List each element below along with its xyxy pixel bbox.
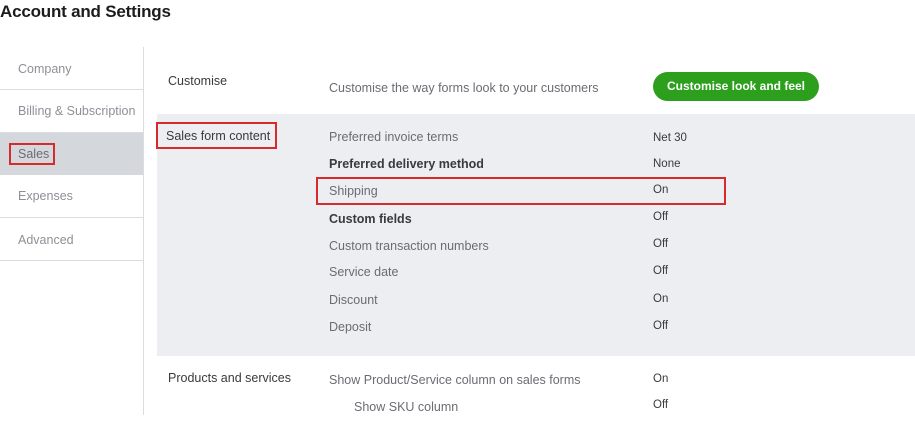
row-value-custom-fields: Off: [653, 211, 669, 223]
row-value-preferred-invoice-terms: Net 30: [653, 132, 687, 144]
row-value-discount: On: [653, 293, 669, 305]
row-label-show-product-service-column: Show Product/Service column on sales for…: [329, 373, 581, 387]
sidebar-item-company[interactable]: Company: [0, 47, 143, 90]
customise-look-and-feel-button[interactable]: Customise look and feel: [653, 72, 819, 101]
customise-description: Customise the way forms look to your cus…: [329, 81, 599, 95]
row-value-service-date: Off: [653, 265, 669, 277]
sidebar-item-expenses[interactable]: Expenses: [0, 175, 143, 218]
sidebar-item-label: Expenses: [18, 189, 73, 203]
sidebar-item-label: Advanced: [18, 233, 74, 247]
row-label-custom-fields: Custom fields: [329, 212, 412, 226]
row-label-custom-transaction-numbers: Custom transaction numbers: [329, 239, 489, 253]
row-value-deposit: Off: [653, 320, 669, 332]
row-label-discount: Discount: [329, 293, 378, 307]
settings-sidebar: Company Billing & Subscription Sales Exp…: [0, 47, 144, 415]
section-label-customise: Customise: [168, 74, 228, 88]
sidebar-item-label: Company: [18, 62, 72, 76]
section-label-sales-form-content: Sales form content: [166, 129, 271, 143]
sidebar-item-label: Billing & Subscription: [18, 104, 136, 118]
row-label-show-sku-column: Show SKU column: [354, 400, 459, 414]
sidebar-item-label: Sales: [18, 147, 50, 161]
row-label-shipping: Shipping: [329, 184, 378, 198]
row-value-preferred-delivery-method: None: [653, 158, 681, 170]
row-label-preferred-invoice-terms: Preferred invoice terms: [329, 130, 459, 144]
row-value-show-product-service-column: On: [653, 373, 669, 385]
row-label-service-date: Service date: [329, 265, 399, 279]
row-label-deposit: Deposit: [329, 320, 372, 334]
row-label-preferred-delivery-method: Preferred delivery method: [329, 157, 484, 171]
section-label-products-and-services: Products and services: [168, 371, 291, 385]
page-title: Account and Settings: [0, 2, 171, 21]
row-value-shipping: On: [653, 184, 669, 196]
row-value-show-sku-column: Off: [653, 399, 669, 411]
sales-form-content-section[interactable]: [157, 114, 915, 356]
sidebar-item-billing[interactable]: Billing & Subscription: [0, 90, 143, 133]
sidebar-item-sales[interactable]: Sales: [0, 133, 143, 175]
sidebar-item-advanced[interactable]: Advanced: [0, 218, 143, 261]
row-value-custom-transaction-numbers: Off: [653, 238, 669, 250]
